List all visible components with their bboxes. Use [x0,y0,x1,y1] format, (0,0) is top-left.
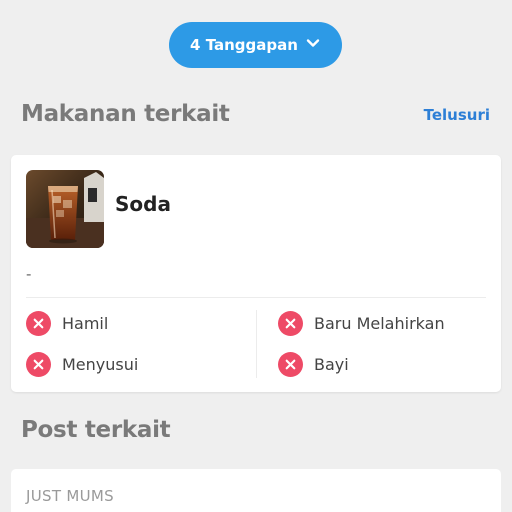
related-posts-heading: Post terkait [21,417,171,443]
responses-toggle-button[interactable]: 4 Tanggapan [169,22,342,68]
responses-label: 4 Tanggapan [190,36,298,54]
food-description: - [26,265,32,283]
food-name: Soda [115,192,171,216]
post-card[interactable]: JUST MUMS [11,469,501,512]
related-food-heading: Makanan terkait [21,101,230,127]
chevron-down-icon [305,35,321,55]
status-label: Hamil [62,314,109,333]
status-pregnant: Hamil [26,311,108,336]
x-circle-icon [278,311,303,336]
status-breastfeeding: Menyusui [26,352,138,377]
food-image [26,170,104,248]
status-label: Bayi [314,355,349,374]
explore-link[interactable]: Telusuri [424,106,490,124]
x-circle-icon [278,352,303,377]
column-divider [256,310,257,378]
card-divider [26,297,486,298]
x-circle-icon [26,311,51,336]
status-baby: Bayi [278,352,349,377]
food-card[interactable]: Soda - Hamil Baru Melahirkan Menyusui Ba… [11,155,501,392]
status-postpartum: Baru Melahirkan [278,311,445,336]
x-circle-icon [26,352,51,377]
status-label: Menyusui [62,355,139,374]
status-label: Baru Melahirkan [314,314,445,333]
post-category: JUST MUMS [26,487,114,505]
